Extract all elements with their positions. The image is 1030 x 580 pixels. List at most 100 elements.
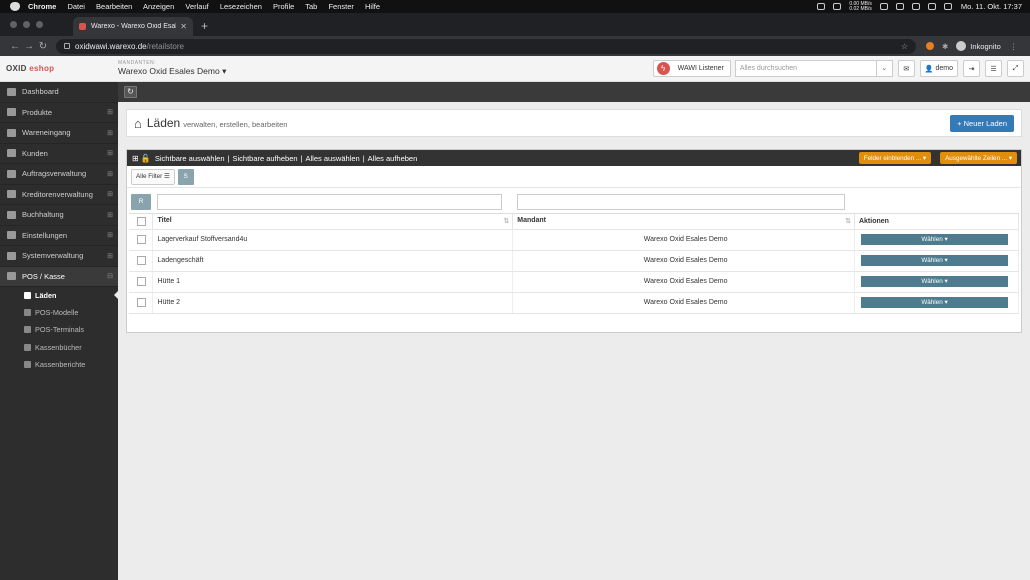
choose-button[interactable]: Wählen ▾ bbox=[860, 255, 1008, 266]
clock[interactable]: Mo. 11. Okt. 17:37 bbox=[961, 2, 1022, 11]
profile-label[interactable]: Inkognito bbox=[970, 42, 1000, 51]
select-all-link[interactable]: Alles auswählen bbox=[306, 154, 360, 163]
browser-tab[interactable]: Warexo - Warexo Oxid Esales D ✕ bbox=[73, 17, 193, 36]
bookmark-star-icon[interactable]: ☆ bbox=[901, 42, 908, 51]
column-header-mandant[interactable]: Mandant ⇅ bbox=[512, 213, 855, 230]
apple-icon[interactable] bbox=[10, 2, 20, 11]
new-store-button[interactable]: + Neuer Laden bbox=[950, 114, 1014, 132]
expand-icon[interactable]: ⊞ bbox=[107, 108, 113, 116]
selected-rows-button[interactable]: Ausgewählte Zeilen ... ▾ bbox=[940, 152, 1017, 164]
column-header-titel[interactable]: Titel ⇅ bbox=[152, 213, 514, 230]
mandant-selector[interactable]: MANDANTEN: Warexo Oxid Esales Demo ▾ bbox=[118, 60, 226, 77]
row-checkbox[interactable] bbox=[137, 256, 146, 265]
expand-icon[interactable]: ⊞ bbox=[107, 252, 113, 260]
control-center-icon[interactable] bbox=[943, 3, 952, 10]
close-window-icon[interactable] bbox=[10, 21, 17, 28]
expand-icon[interactable]: ⊞ bbox=[107, 149, 113, 157]
wifi-icon[interactable] bbox=[911, 3, 920, 10]
choose-button[interactable]: Wählen ▾ bbox=[860, 297, 1008, 308]
menu-tab[interactable]: Tab bbox=[305, 2, 317, 11]
expand-icon[interactable]: ⊞ bbox=[107, 129, 113, 137]
sidebar-item-wareneingang[interactable]: Wareneingang ⊞ bbox=[0, 123, 118, 144]
expand-icon[interactable]: ⊞ bbox=[107, 231, 113, 239]
select-visible-link[interactable]: Sichtbare auswählen bbox=[155, 154, 225, 163]
back-icon[interactable]: ← bbox=[8, 41, 22, 52]
user-button[interactable]: 👤 demo bbox=[919, 60, 958, 77]
sidebar-item-systemverwaltung[interactable]: Systemverwaltung ⊞ bbox=[0, 246, 118, 267]
reload-icon[interactable]: ↻ bbox=[36, 41, 50, 52]
choose-button[interactable]: Wählen ▾ bbox=[860, 234, 1008, 245]
sidebar-item-buchhaltung[interactable]: Buchhaltung ⊞ bbox=[0, 205, 118, 226]
chevron-down-icon[interactable]: ⌄ bbox=[875, 61, 892, 76]
search-input[interactable]: Alles durchsuchen bbox=[740, 65, 797, 72]
upload-icon[interactable] bbox=[833, 3, 842, 10]
expand-icon[interactable]: ⊞ bbox=[107, 211, 113, 219]
browser-menu-icon[interactable]: ⋮ bbox=[1010, 42, 1018, 51]
menu-bearbeiten[interactable]: Bearbeiten bbox=[96, 2, 132, 11]
row-checkbox[interactable] bbox=[137, 298, 146, 307]
forward-icon[interactable]: → bbox=[22, 41, 36, 52]
menu-chrome[interactable]: Chrome bbox=[28, 2, 56, 11]
sidebar-item-kreditorenverwaltung[interactable]: Kreditorenverwaltung ⊞ bbox=[0, 185, 118, 205]
sidebar-item-kunden[interactable]: Kunden ⊞ bbox=[0, 144, 118, 164]
search-icon[interactable] bbox=[927, 3, 936, 10]
wawi-listener-button[interactable]: ϟ WAWI Listener bbox=[652, 60, 731, 77]
sidebar-item-einstellungen[interactable]: Einstellungen ⊞ bbox=[0, 226, 118, 246]
menu-profile[interactable]: Profile bbox=[273, 2, 294, 11]
all-filters-button[interactable]: Alle Filter ☰ bbox=[131, 168, 175, 185]
table-row[interactable]: Hütte 1 Warexo Oxid Esales Demo Wählen ▾ bbox=[129, 271, 1020, 293]
truck-icon bbox=[7, 169, 16, 178]
refresh-icon[interactable]: ↻ bbox=[124, 86, 137, 98]
fullscreen-button[interactable]: ⤢ bbox=[1007, 60, 1024, 77]
sidebar-item-auftragsverwaltung[interactable]: Auftragsverwaltung ⊞ bbox=[0, 164, 118, 185]
menu-hilfe[interactable]: Hilfe bbox=[365, 2, 380, 11]
minimize-window-icon[interactable] bbox=[23, 21, 30, 28]
mail-button[interactable]: ✉ bbox=[897, 60, 915, 77]
show-fields-button[interactable]: Felder einblenden ... ▾ bbox=[858, 152, 932, 164]
address-bar[interactable]: oxidwawi.warexo.de/retailstore ☆ bbox=[56, 38, 916, 54]
dropbox-icon[interactable] bbox=[817, 3, 826, 10]
row-checkbox[interactable] bbox=[137, 277, 146, 286]
sidebar-item-dashboard[interactable]: Dashboard bbox=[0, 82, 118, 103]
logout-button[interactable]: ⇥ bbox=[963, 60, 980, 77]
menu-anzeigen[interactable]: Anzeigen bbox=[143, 2, 174, 11]
reset-button[interactable]: R bbox=[131, 193, 151, 210]
sidebar-item-pos-kasse[interactable]: POS / Kasse ⊟ bbox=[0, 266, 118, 287]
sidebar-subitem-pos-terminals[interactable]: POS-Terminals bbox=[0, 321, 118, 338]
expand-icon[interactable]: ⊞ bbox=[107, 170, 113, 178]
collapse-icon[interactable]: ⊟ bbox=[107, 272, 113, 280]
global-search[interactable]: Alles durchsuchen ⌄ bbox=[734, 60, 893, 77]
s-button[interactable]: S bbox=[177, 168, 194, 185]
puzzle-icon[interactable]: ✱ bbox=[942, 42, 948, 51]
sidebar-item-produkte[interactable]: Produkte ⊞ bbox=[0, 103, 118, 123]
battery-icon[interactable] bbox=[879, 3, 888, 10]
menu-button[interactable]: ☰ bbox=[985, 60, 1002, 77]
bluetooth-icon[interactable] bbox=[895, 3, 904, 10]
incognito-avatar-icon[interactable] bbox=[956, 41, 967, 51]
menu-verlauf[interactable]: Verlauf bbox=[185, 2, 208, 11]
menu-datei[interactable]: Datei bbox=[67, 2, 85, 11]
extension-icon[interactable] bbox=[926, 42, 934, 50]
choose-button[interactable]: Wählen ▾ bbox=[860, 276, 1008, 287]
deselect-visible-link[interactable]: Sichtbare aufheben bbox=[232, 154, 297, 163]
lock-icon[interactable] bbox=[64, 43, 70, 49]
expand-icon[interactable]: ⊞ bbox=[107, 190, 113, 198]
menu-fenster[interactable]: Fenster bbox=[328, 2, 353, 11]
table-row[interactable]: Hütte 2 Warexo Oxid Esales Demo Wählen ▾ bbox=[129, 292, 1020, 314]
mandant-filter-input[interactable] bbox=[516, 193, 845, 210]
select-all-checkbox[interactable] bbox=[137, 216, 146, 226]
menu-lesezeichen[interactable]: Lesezeichen bbox=[220, 2, 262, 11]
table-row[interactable]: Lagerverkauf Stoffversand4u Warexo Oxid … bbox=[129, 229, 1020, 251]
table-row[interactable]: Ladengeschäft Warexo Oxid Esales Demo Wä… bbox=[129, 250, 1020, 272]
title-filter-input[interactable] bbox=[156, 193, 503, 210]
logo[interactable]: OXID eshop bbox=[0, 64, 118, 73]
sidebar-subitem-kassenbuecher[interactable]: Kassenbücher bbox=[0, 339, 118, 356]
sidebar-subitem-kassenberichte[interactable]: Kassenberichte bbox=[0, 356, 118, 373]
row-checkbox[interactable] bbox=[137, 235, 146, 244]
deselect-all-link[interactable]: Alles aufheben bbox=[368, 154, 418, 163]
sidebar-subitem-pos-modelle[interactable]: POS-Modelle bbox=[0, 304, 118, 321]
close-tab-icon[interactable]: ✕ bbox=[180, 22, 187, 31]
new-tab-icon[interactable]: + bbox=[201, 19, 208, 33]
zoom-window-icon[interactable] bbox=[36, 21, 43, 28]
sidebar-subitem-laeden[interactable]: Läden bbox=[0, 287, 118, 304]
